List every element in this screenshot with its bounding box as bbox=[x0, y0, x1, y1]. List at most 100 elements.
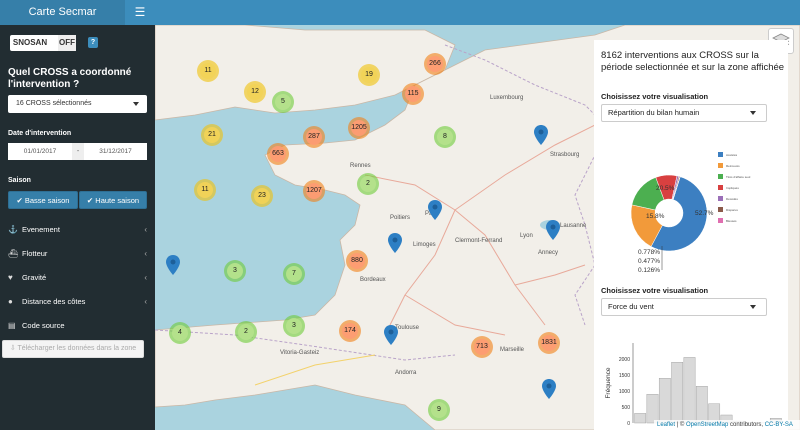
map-cluster-marker[interactable]: 3 bbox=[283, 315, 305, 337]
menu-item-flotteur[interactable]: ⛴ Flotteur ‹ bbox=[0, 242, 155, 266]
histogram-bar[interactable] bbox=[671, 362, 684, 424]
pie-slice-label: 0.778% bbox=[638, 249, 660, 256]
viz-select-2[interactable]: Force du vent bbox=[601, 298, 767, 316]
license-link[interactable]: CC-BY-SA bbox=[765, 422, 793, 428]
pie-slice-label: 0.126% bbox=[638, 267, 660, 274]
top-navbar: Carte Secmar ☰ bbox=[0, 0, 800, 25]
date-label: Date d'intervention bbox=[8, 130, 72, 137]
map-cluster-marker[interactable]: 266 bbox=[424, 53, 446, 75]
date-end-input[interactable]: 31/12/2017 bbox=[84, 143, 147, 160]
map-cluster-marker[interactable]: 1205 bbox=[348, 117, 370, 139]
place-vitoria: Vitoria-Gasteiz bbox=[280, 350, 320, 356]
app-title[interactable]: Carte Secmar bbox=[0, 0, 125, 25]
map-cluster-marker[interactable]: 174 bbox=[339, 320, 361, 342]
cluster-count: 1831 bbox=[541, 339, 557, 346]
map-cluster-marker[interactable]: 9 bbox=[428, 399, 450, 421]
map-pin-icon[interactable] bbox=[546, 220, 560, 240]
cluster-count: 5 bbox=[281, 98, 285, 105]
date-separator: - bbox=[72, 143, 84, 160]
map-cluster-marker[interactable]: 11 bbox=[194, 179, 216, 201]
map-cluster-marker[interactable]: 5 bbox=[272, 91, 294, 113]
map-cluster-marker[interactable]: 3 bbox=[224, 260, 246, 282]
histogram-bar[interactable] bbox=[683, 357, 696, 424]
map-cluster-marker[interactable]: 4 bbox=[169, 322, 191, 344]
chevron-left-icon: ‹ bbox=[144, 297, 147, 306]
download-button[interactable]: ⇩ Télécharger les données dans la zone bbox=[2, 340, 144, 358]
cluster-count: 4 bbox=[178, 329, 182, 336]
viz-select-1-value: Répartition du bilan humain bbox=[608, 108, 700, 117]
sidebar: SNOSAN OFF ? Quel CROSS a coordonné l'in… bbox=[0, 25, 155, 430]
map-pin-icon[interactable] bbox=[428, 200, 442, 220]
cluster-count: 8 bbox=[443, 133, 447, 140]
cross-select[interactable]: 16 CROSS sélectionnés bbox=[8, 95, 147, 113]
cluster-count: 1207 bbox=[306, 187, 322, 194]
osm-link[interactable]: OpenStreetMap bbox=[686, 422, 728, 428]
low-season-button[interactable]: ✔ Basse saison bbox=[8, 191, 78, 209]
info-panel: 8162 interventions aux CROSS sur la péri… bbox=[594, 40, 788, 430]
map-cluster-marker[interactable]: 21 bbox=[201, 124, 223, 146]
chevron-left-icon: ‹ bbox=[144, 273, 147, 282]
caret-down-icon bbox=[750, 111, 756, 115]
help-button[interactable]: ? bbox=[88, 37, 98, 48]
date-start-input[interactable]: 01/01/2017 bbox=[8, 143, 72, 160]
place-annecy: Annecy bbox=[538, 250, 559, 256]
legend-swatch bbox=[718, 174, 723, 179]
map-cluster-marker[interactable]: 287 bbox=[303, 126, 325, 148]
cluster-count: 287 bbox=[308, 133, 320, 140]
place-luxembourg: Luxembourg bbox=[490, 95, 524, 101]
map-pin-icon[interactable] bbox=[534, 125, 548, 145]
legend-label: Tirés d'affaire seul bbox=[726, 175, 751, 179]
cluster-count: 266 bbox=[429, 60, 441, 67]
attribution-contrib: contributors, bbox=[728, 422, 765, 428]
histogram-bar[interactable] bbox=[695, 386, 708, 424]
map-cluster-marker[interactable]: 2 bbox=[357, 173, 379, 195]
y-tick-label: 2000 bbox=[619, 357, 630, 363]
menu-label: Distance des côtes bbox=[22, 297, 86, 306]
map-cluster-marker[interactable]: 713 bbox=[471, 336, 493, 358]
map-pin-icon[interactable] bbox=[384, 325, 398, 345]
map-cluster-marker[interactable]: 1207 bbox=[303, 180, 325, 202]
map-pin-icon[interactable] bbox=[166, 255, 180, 275]
place-andorra: Andorra bbox=[395, 370, 417, 376]
map-pin-icon[interactable] bbox=[542, 379, 556, 399]
legend-swatch bbox=[718, 196, 723, 201]
cluster-count: 23 bbox=[258, 192, 266, 199]
menu-item-evenement[interactable]: ⚓ Evenement ‹ bbox=[0, 218, 155, 242]
map-cluster-marker[interactable]: 12 bbox=[244, 81, 266, 103]
legend-label: Impliqués bbox=[726, 186, 739, 190]
map-pin-icon[interactable] bbox=[388, 233, 402, 253]
map-cluster-marker[interactable]: 7 bbox=[283, 263, 305, 285]
menu-item-distance[interactable]: ● Distance des côtes ‹ bbox=[0, 290, 155, 314]
place-toulouse: Toulouse bbox=[395, 325, 420, 331]
cluster-count: 21 bbox=[208, 131, 216, 138]
place-limoges: Limoges bbox=[413, 242, 436, 248]
menu-label: Flotteur bbox=[22, 249, 48, 258]
map-cluster-marker[interactable]: 2 bbox=[235, 321, 257, 343]
menu-item-gravite[interactable]: ♥ Gravité ‹ bbox=[0, 266, 155, 290]
map-cluster-marker[interactable]: 663 bbox=[267, 143, 289, 165]
map-cluster-marker[interactable]: 1831 bbox=[538, 332, 560, 354]
cluster-count: 9 bbox=[437, 406, 441, 413]
cluster-count: 11 bbox=[201, 186, 209, 193]
viz-select-1[interactable]: Répartition du bilan humain bbox=[601, 104, 767, 122]
map-cluster-marker[interactable]: 19 bbox=[358, 64, 380, 86]
snosan-toggle[interactable]: SNOSAN OFF bbox=[10, 35, 76, 51]
histogram-bar[interactable] bbox=[634, 413, 647, 424]
histogram-bar[interactable] bbox=[646, 394, 659, 424]
high-season-button[interactable]: ✔ Haute saison bbox=[79, 191, 147, 209]
hamburger-icon[interactable]: ☰ bbox=[130, 0, 150, 25]
legend-swatch bbox=[718, 207, 723, 212]
map-cluster-marker[interactable]: 8 bbox=[434, 126, 456, 148]
map-cluster-marker[interactable]: 880 bbox=[346, 250, 368, 272]
leaflet-link[interactable]: Leaflet bbox=[657, 422, 675, 428]
pie-chart: 52.7% 20.5% 15.8% 0.778% 0.477% 0.126% Assisté… bbox=[630, 152, 751, 274]
map-cluster-marker[interactable]: 115 bbox=[402, 83, 424, 105]
map-cluster-marker[interactable]: 11 bbox=[197, 60, 219, 82]
place-poitiers: Poitiers bbox=[390, 215, 411, 221]
place-bordeaux: Bordeaux bbox=[360, 277, 386, 283]
menu-item-code-source[interactable]: ▤ Code source bbox=[0, 314, 155, 338]
histogram-bar[interactable] bbox=[658, 378, 671, 424]
map-cluster-marker[interactable]: 23 bbox=[251, 185, 273, 207]
cluster-count: 12 bbox=[251, 88, 259, 95]
chevron-left-icon: ‹ bbox=[144, 225, 147, 234]
